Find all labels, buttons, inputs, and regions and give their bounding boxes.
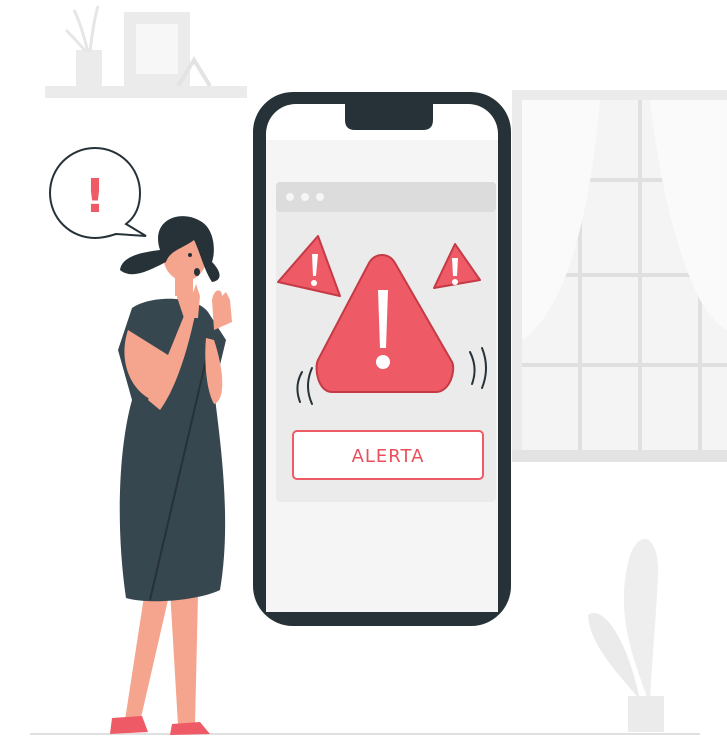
plant [588, 538, 664, 732]
alert-button[interactable]: ALERTA [292, 430, 484, 480]
speech-bubble: ! [48, 146, 147, 240]
picture-frame [124, 12, 212, 88]
woman-figure [110, 216, 232, 735]
window-dot [301, 193, 309, 201]
exclamation-icon: ! [85, 169, 106, 223]
vase [64, 5, 102, 86]
window-dot [286, 193, 294, 201]
alert-illustration: ALERTA ! [0, 0, 727, 740]
window [512, 90, 727, 462]
alert-button-label: ALERTA [352, 446, 425, 467]
phone-notch [345, 102, 433, 130]
window-dot [316, 193, 324, 201]
shelf [45, 86, 247, 98]
